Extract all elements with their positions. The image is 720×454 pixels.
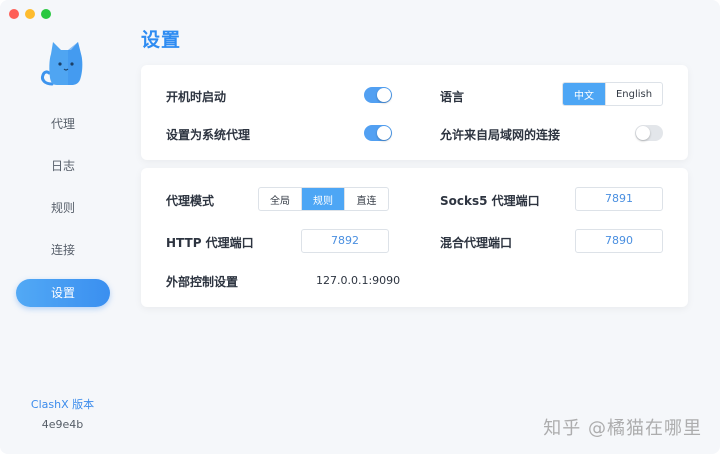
clashx-cat-logo-icon bbox=[41, 42, 83, 86]
external-controller-label: 外部控制设置 bbox=[166, 275, 239, 289]
http-port-input[interactable]: 7892 bbox=[301, 229, 389, 253]
sidebar-item-logs[interactable]: 日志 bbox=[16, 152, 110, 180]
mixed-port-input[interactable]: 7890 bbox=[575, 229, 663, 253]
sidebar-item-connections[interactable]: 连接 bbox=[16, 236, 110, 264]
mixed-port-label: 混合代理端口 bbox=[440, 236, 513, 250]
allow-lan-toggle[interactable] bbox=[635, 125, 663, 141]
proxy-mode-global[interactable]: 全局 bbox=[259, 188, 302, 210]
external-controller-value[interactable]: 127.0.0.1:9090 bbox=[316, 274, 400, 287]
version-label: ClashX 版本 bbox=[30, 398, 95, 411]
system-proxy-toggle[interactable] bbox=[364, 125, 392, 141]
proxy-mode-rule[interactable]: 规则 bbox=[302, 188, 345, 210]
page-title: 设置 bbox=[141, 29, 182, 51]
sidebar-item-rules[interactable]: 规则 bbox=[16, 194, 110, 222]
version-value: 4e9e4b bbox=[41, 418, 84, 431]
http-port-label: HTTP 代理端口 bbox=[166, 236, 254, 250]
window-controls bbox=[9, 9, 51, 19]
zoom-window-button[interactable] bbox=[41, 9, 51, 19]
sidebar: 代理 日志 规则 连接 设置 ClashX 版本 4e9e4b bbox=[0, 0, 125, 454]
proxy-mode-label: 代理模式 bbox=[166, 194, 215, 208]
app-window: 代理 日志 规则 连接 设置 ClashX 版本 4e9e4b 设置 开机时启动… bbox=[0, 0, 720, 454]
sidebar-item-settings[interactable]: 设置 bbox=[16, 279, 110, 307]
language-selector: 中文 English bbox=[562, 82, 663, 106]
allow-lan-label: 允许来自局域网的连接 bbox=[440, 128, 561, 142]
launch-at-login-toggle[interactable] bbox=[364, 87, 392, 103]
proxy-mode-selector: 全局 规则 直连 bbox=[258, 187, 389, 211]
socks5-port-input[interactable]: 7891 bbox=[575, 187, 663, 211]
proxy-mode-direct[interactable]: 直连 bbox=[345, 188, 388, 210]
proxy-settings-card: 代理模式 全局 规则 直连 Socks5 代理端口 7891 HTTP 代理端口… bbox=[141, 168, 688, 307]
minimize-window-button[interactable] bbox=[25, 9, 35, 19]
language-label: 语言 bbox=[440, 90, 465, 104]
sidebar-item-proxy[interactable]: 代理 bbox=[16, 110, 110, 138]
watermark-text: 知乎 @橘猫在哪里 bbox=[543, 418, 702, 439]
language-option-chinese[interactable]: 中文 bbox=[563, 83, 606, 105]
language-option-english[interactable]: English bbox=[606, 83, 662, 105]
close-window-button[interactable] bbox=[9, 9, 19, 19]
system-proxy-label: 设置为系统代理 bbox=[166, 128, 251, 142]
launch-at-login-label: 开机时启动 bbox=[166, 90, 227, 104]
socks5-port-label: Socks5 代理端口 bbox=[440, 194, 540, 208]
general-settings-card: 开机时启动 设置为系统代理 语言 中文 English 允许来自局域网的连接 bbox=[141, 65, 688, 160]
